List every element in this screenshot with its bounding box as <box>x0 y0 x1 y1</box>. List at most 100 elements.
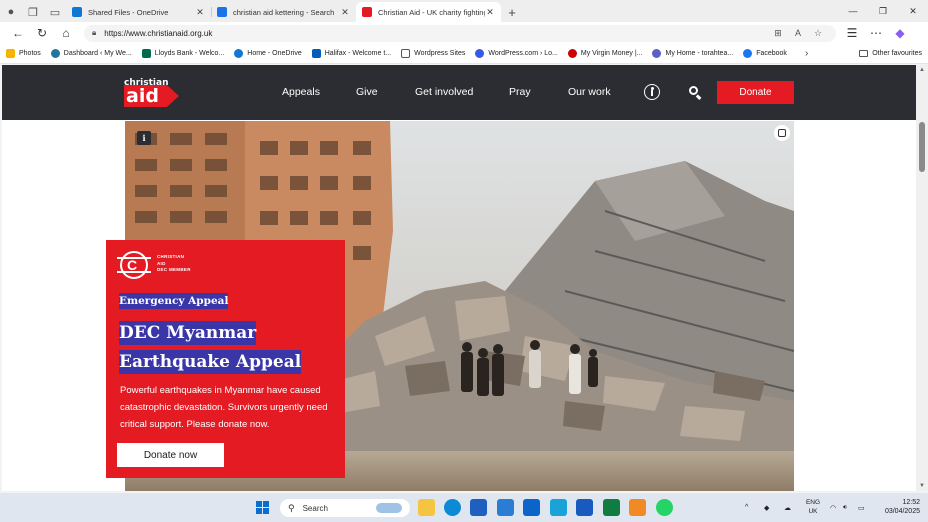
close-tab-icon[interactable]: ✕ <box>485 7 495 18</box>
virgin-money-icon <box>567 49 577 58</box>
clock-date: 03/04/2025 <box>884 508 920 515</box>
halifax-icon <box>311 49 321 58</box>
scrollbar-thumb[interactable] <box>919 122 925 172</box>
edge-icon[interactable] <box>444 499 461 516</box>
browser-toolbar: ← ↻ ⌂ 🔒︎ https://www.christianaid.org.uk… <box>0 22 928 44</box>
nav-give[interactable]: Give <box>356 86 378 98</box>
remote-desktop-icon[interactable] <box>550 499 567 516</box>
site-header: christian aid Appeals Give Get involved … <box>2 65 916 120</box>
taskbar-search[interactable]: ⚲ Search <box>280 499 410 517</box>
window-controls: — ❐ ✕ <box>838 0 928 22</box>
tab-search[interactable]: christian aid kettering - Search ✕ <box>211 2 356 22</box>
refresh-icon[interactable]: ↻ <box>30 23 54 43</box>
read-aloud-icon[interactable]: A <box>788 28 808 38</box>
app-available-icon[interactable]: ⊞ <box>768 28 788 39</box>
appeal-eyebrow: Emergency Appeal <box>119 293 229 309</box>
globe-icon <box>652 49 662 58</box>
search-highlight-icon <box>376 503 402 513</box>
clock-time: 12:52 <box>902 499 920 506</box>
address-url[interactable]: https://www.christianaid.org.uk <box>104 29 768 38</box>
search-favicon <box>217 7 227 17</box>
bookmark-facebook[interactable]: Facebook <box>743 49 787 58</box>
tab-title: Christian Aid - UK charity fighting <box>378 7 485 17</box>
bookmark-virgin-money[interactable]: My Virgin Money |... <box>567 49 643 58</box>
battery-icon[interactable]: ▭ <box>858 493 865 522</box>
word-icon[interactable] <box>576 499 593 516</box>
nav-appeals[interactable]: Appeals <box>282 86 320 98</box>
calculator-icon[interactable] <box>497 499 514 516</box>
bookmark-onedrive[interactable]: Home - OneDrive <box>234 49 302 58</box>
search-icon[interactable] <box>689 86 702 100</box>
tab-actions-icon[interactable]: ▭ <box>44 2 66 22</box>
bookmark-wordpress-com[interactable]: WordPress.com › Lo... <box>475 49 558 58</box>
image-info-button[interactable]: i <box>137 131 151 145</box>
favourites-icon[interactable]: ☰ <box>840 23 864 43</box>
nav-get-involved[interactable]: Get involved <box>415 86 473 98</box>
bookmark-label: My Virgin Money |... <box>580 50 643 57</box>
facebook-icon <box>743 49 753 58</box>
christian-aid-logo[interactable]: christian aid <box>124 78 192 108</box>
bookmark-wordpress-sites[interactable]: Wordpress Sites <box>401 49 465 58</box>
store-icon[interactable] <box>470 499 487 516</box>
nav-our-work[interactable]: Our work <box>568 86 611 98</box>
bookmark-my-home[interactable]: My Home - torahtea... <box>652 49 733 58</box>
dec-member-text: CHRISTIAN AID DEC MEMBER <box>157 254 191 274</box>
taskbar-search-label: Search <box>302 503 328 513</box>
scroll-down-icon[interactable]: ▼ <box>919 483 925 489</box>
dec-logo-icon: C <box>117 251 151 281</box>
copilot-icon[interactable]: ◆ <box>888 23 912 43</box>
new-tab-button[interactable]: + <box>501 2 523 22</box>
close-tab-icon[interactable]: ✕ <box>195 7 205 18</box>
scroll-up-icon[interactable]: ▲ <box>919 67 925 73</box>
dropbox-icon[interactable]: ◆ <box>764 493 769 522</box>
system-clock[interactable]: 12:52 03/04/2025 <box>876 498 920 516</box>
search-icon: ⚲ <box>288 502 295 513</box>
tab-title: Shared Files - OneDrive <box>88 7 169 17</box>
bookmark-halifax[interactable]: Halifax - Welcome t... <box>311 49 391 58</box>
onedrive-tray-icon[interactable]: ☁ <box>784 493 791 522</box>
volume-icon[interactable]: 🔉︎ <box>843 493 847 522</box>
workspaces-icon[interactable]: ❐ <box>22 2 44 22</box>
back-icon[interactable]: ← <box>6 23 30 43</box>
tab-strip: ● ❐ ▭ Shared Files - OneDrive ✕ christia… <box>0 0 928 22</box>
more-icon[interactable]: ⋯ <box>864 23 888 43</box>
folder-icon <box>401 49 411 58</box>
excel-icon[interactable] <box>603 499 620 516</box>
windows-start-icon[interactable] <box>256 501 269 514</box>
appeal-title-line1: DEC Myanmar <box>119 321 257 345</box>
profile-icon[interactable]: ● <box>0 2 22 22</box>
show-hidden-icons[interactable]: ^ <box>745 493 748 522</box>
file-explorer-icon[interactable] <box>418 499 435 516</box>
lang-code: ENG <box>805 499 821 506</box>
accessibility-icon[interactable] <box>644 84 660 100</box>
wordpress-icon <box>50 49 60 58</box>
outlook-icon[interactable] <box>523 499 540 516</box>
favourite-star-icon[interactable]: ☆ <box>808 28 828 39</box>
bookmark-dashboard[interactable]: Dashboard ‹ My We... <box>50 49 132 58</box>
bookmark-photos[interactable]: Photos <box>6 49 41 58</box>
tab-onedrive[interactable]: Shared Files - OneDrive ✕ <box>66 2 211 22</box>
page-scrollbar[interactable]: ▲ ▼ <box>916 65 928 491</box>
dec-line: DEC MEMBER <box>157 267 191 272</box>
bookmark-lloyds[interactable]: Lloyds Bank - Welco... <box>141 49 224 58</box>
wifi-icon[interactable]: ◠ <box>830 493 836 522</box>
minimize-icon[interactable]: — <box>838 0 868 22</box>
address-bar[interactable]: 🔒︎ https://www.christianaid.org.uk ⊞ A ☆ <box>84 24 836 42</box>
donate-now-button[interactable]: Donate now <box>117 443 224 467</box>
lock-icon[interactable]: 🔒︎ <box>92 28 96 38</box>
whatsapp-icon[interactable] <box>656 499 673 516</box>
photos-icon <box>6 49 15 58</box>
other-favourites[interactable]: Other favourites <box>859 50 922 57</box>
language-indicator[interactable]: ENG UK <box>805 498 821 516</box>
home-icon[interactable]: ⌂ <box>54 23 78 43</box>
lang-region: UK <box>808 508 818 515</box>
nav-pray[interactable]: Pray <box>509 86 531 98</box>
visual-search-icon[interactable] <box>774 125 790 141</box>
restore-icon[interactable]: ❐ <box>868 0 898 22</box>
chevron-right-icon[interactable]: › <box>805 48 808 59</box>
close-tab-icon[interactable]: ✕ <box>340 7 350 18</box>
photos-app-icon[interactable] <box>629 499 646 516</box>
tab-christian-aid[interactable]: Christian Aid - UK charity fighting ✕ <box>356 2 501 22</box>
donate-button[interactable]: Donate <box>717 81 794 104</box>
close-window-icon[interactable]: ✕ <box>898 0 928 22</box>
